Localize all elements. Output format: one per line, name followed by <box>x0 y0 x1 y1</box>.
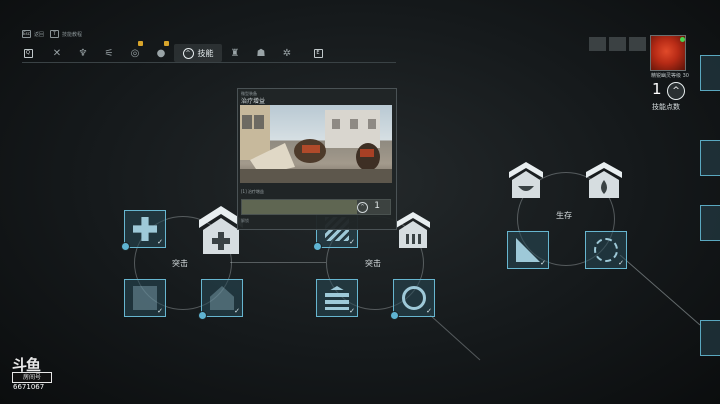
helmet-tab[interactable]: ☗ <box>248 44 274 62</box>
skill-node[interactable]: ✓ <box>316 279 358 317</box>
weapons-tab[interactable]: ✕ <box>44 44 70 62</box>
tab-skills-label: 技能 <box>197 48 214 58</box>
class-name: 突击 <box>365 259 381 268</box>
skill-node[interactable]: ✓ <box>198 279 243 320</box>
tab-prev-key[interactable]: Q <box>22 44 34 62</box>
settings-tab[interactable]: ✲ <box>274 44 300 62</box>
shield-bowl-icon <box>509 162 543 198</box>
tutorial-label: 技能教程 <box>62 31 83 38</box>
no-entry-icon <box>402 286 426 310</box>
skill-node[interactable]: ✓ <box>124 279 166 317</box>
squad-slot[interactable] <box>609 37 626 51</box>
class-rank-badge[interactable] <box>509 162 543 198</box>
skill-points-label: 技能点数 <box>652 103 680 111</box>
skill-node[interactable]: ✓ <box>585 231 627 269</box>
esc-key: Esc <box>22 30 31 38</box>
loadout-icon: ♆ <box>78 47 88 59</box>
tree-connector <box>230 262 326 263</box>
skill-points-icon: ^ <box>667 82 685 100</box>
class-name: 突击 <box>172 259 188 268</box>
new-badge <box>138 41 143 46</box>
class-rank-badge[interactable] <box>586 162 622 198</box>
house-icon <box>210 286 234 310</box>
rank-chevron-icon <box>396 212 430 248</box>
unlock-button[interactable]: ^ 1 <box>241 199 391 215</box>
tab-next-key[interactable]: E <box>312 44 324 62</box>
category-tab-bar: Q ✕ ♆ ⚟ ◎ ● ^ 技能 ♜ ☗ ✲ E <box>22 41 396 63</box>
grenade-icon: ● <box>156 47 166 59</box>
room-label: 房间号 <box>12 372 52 383</box>
edge-panel[interactable] <box>700 140 720 176</box>
helmet-icon: ☗ <box>256 47 266 59</box>
check-icon: ✓ <box>618 259 624 267</box>
water-drop-icon <box>586 162 622 198</box>
edge-panel[interactable] <box>700 55 720 91</box>
skill-detail-popup: 微型装备 治疗增益 [1] 治疗增益 ^ 1 解锁 <box>237 88 397 230</box>
grenade-tab[interactable]: ● <box>148 41 174 62</box>
unlocked-dot <box>390 311 399 320</box>
tree-connectors <box>429 255 701 361</box>
loadout-tab[interactable]: ♆ <box>70 44 96 62</box>
ramp-icon <box>516 238 540 262</box>
refresh-icon <box>594 238 618 262</box>
skill-points-value: 1 <box>652 80 662 98</box>
check-icon: ✓ <box>157 238 163 246</box>
skill-node[interactable]: ✓ <box>121 210 166 251</box>
unlocked-dot <box>198 311 207 320</box>
unlock-cost: 1 <box>374 201 380 211</box>
new-badge <box>164 41 169 46</box>
unlock-progress <box>242 200 358 214</box>
unlocked-dot <box>121 242 130 251</box>
attachment-tab[interactable]: ⚟ <box>96 44 122 62</box>
skills-icon: ^ <box>182 47 194 59</box>
check-icon: ✓ <box>349 238 355 246</box>
target-icon: ◎ <box>130 47 140 59</box>
skill-node[interactable]: ✓ <box>390 279 435 320</box>
skill-point-icon: ^ <box>357 202 368 213</box>
room-number: 6671067 <box>13 383 45 391</box>
preview-scene-image <box>240 105 392 183</box>
popup-title: 治疗增益 <box>241 98 266 105</box>
squad-slot[interactable] <box>629 37 646 51</box>
check-icon: ✓ <box>157 307 163 315</box>
edge-panel[interactable] <box>700 205 720 241</box>
player-level: 精锐幽灵等级 30 <box>651 73 689 79</box>
check-icon: ✓ <box>540 259 546 267</box>
medic-cross-icon <box>133 217 157 241</box>
target-tab[interactable]: ◎ <box>122 41 148 62</box>
shirt-icon: ♜ <box>230 47 240 59</box>
back-label: 返回 <box>34 31 45 38</box>
unlocked-dot <box>313 242 322 251</box>
back-hint[interactable]: Esc 返回 <box>22 30 44 38</box>
skill-preview-video <box>240 105 392 183</box>
squad-slot[interactable] <box>589 37 606 51</box>
check-icon: ✓ <box>349 307 355 315</box>
gear-icon: ✲ <box>282 47 292 59</box>
attachment-icon: ⚟ <box>104 47 114 59</box>
tutorial-hint[interactable]: T 技能教程 <box>50 30 82 38</box>
online-status-dot <box>680 37 685 42</box>
check-icon: ✓ <box>426 307 432 315</box>
armor-plate-icon <box>133 286 157 310</box>
chevron-stack-icon <box>325 286 349 310</box>
tab-skills[interactable]: ^ 技能 <box>174 44 222 62</box>
class-rank-badge[interactable] <box>396 212 430 248</box>
t-key: T <box>50 30 59 38</box>
skill-node[interactable]: ✓ <box>507 231 549 269</box>
apparel-tab[interactable]: ♜ <box>222 44 248 62</box>
popup-row-text: [1] 治疗增益 <box>241 189 264 194</box>
class-name: 生存 <box>556 211 572 220</box>
check-icon: ✓ <box>234 307 240 315</box>
crossed-weapons-icon: ✕ <box>52 47 62 59</box>
popup-footer-hint: 解锁 <box>241 218 249 223</box>
